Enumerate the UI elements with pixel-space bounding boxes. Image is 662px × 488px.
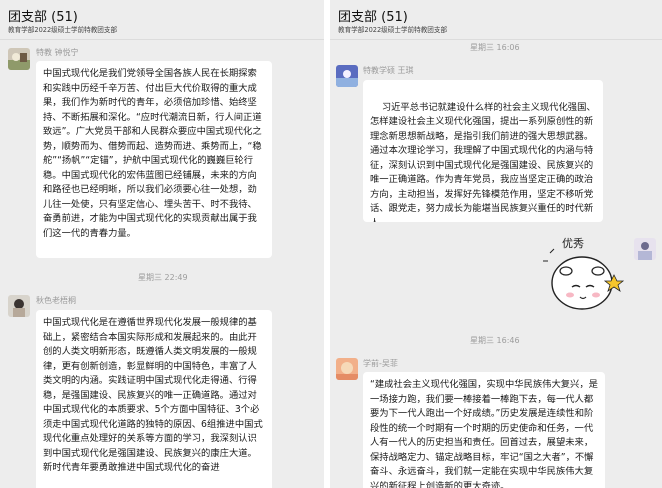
avatar[interactable] (634, 238, 656, 260)
timestamp: 星期三 16:46 (470, 336, 520, 345)
chat-subtitle: 教育学部2022级硕士学前特教团支部 (338, 26, 448, 34)
chat-header: 团支部 (51) 教育学部2022级硕士学前特教团支部 (330, 0, 662, 40)
message-bubble[interactable]: 中国式现代化是我们党领导全国各族人民在长期探索和实践中历经千辛万苦、付出巨大代价… (36, 61, 272, 258)
timestamp: 星期三 16:06 (470, 43, 520, 52)
sticker-image[interactable]: 优秀 (540, 235, 626, 315)
message-bubble[interactable]: 中国式现代化是在遵循世界现代化发展一般规律的基础上，紧密结合本国实际形成和发展起… (36, 310, 272, 488)
chat-title[interactable]: 团支部 (51) (338, 6, 408, 25)
message-sender: 特教 钟悦宁 (36, 48, 79, 57)
message-sender: 学前-吴菲 (363, 359, 398, 368)
message-sender: 秋色老梧桐 (36, 296, 76, 305)
message-bubble[interactable]: 习近平总书记就建设什么样的社会主义现代化强国、怎样建设社会主义现代化强国，提出一… (363, 80, 603, 222)
message-text: “建成社会主义现代化强国，实现中华民族伟大复兴，是一场接力跑，我们要一棒接着一棒… (370, 379, 598, 488)
chat-window-right: 团支部 (51) 教育学部2022级硕士学前特教团支部 星期三 16:06 特教… (330, 0, 662, 488)
message-text: 中国式现代化是我们党领导全国各族人民在长期探索和实践中历经千辛万苦、付出巨大代价… (43, 68, 262, 239)
avatar[interactable] (336, 358, 358, 380)
message-sender: 特教学硕 王琪 (363, 66, 414, 75)
chat-title[interactable]: 团支部 (51) (8, 6, 78, 25)
message-text: 习近平总书记就建设什么样的社会主义现代化强国、怎样建设社会主义现代化强国，提出一… (370, 101, 596, 223)
message-text: 中国式现代化是在遵循世界现代化发展一般规律的基础上，紧密结合本国实际形成和发展起… (43, 317, 263, 473)
chat-window-left: 团支部 (51) 教育学部2022级硕士学前特教团支部 特教 钟悦宁 中国式现代… (0, 0, 324, 488)
avatar[interactable] (8, 295, 30, 317)
sticker-caption: 优秀 (562, 237, 584, 250)
timestamp: 星期三 22:49 (138, 273, 188, 282)
message-bubble[interactable]: “建成社会主义现代化强国，实现中华民族伟大复兴，是一场接力跑，我们要一棒接着一棒… (363, 372, 605, 488)
avatar[interactable] (8, 48, 30, 70)
chat-subtitle: 教育学部2022级硕士学前特教团支部 (8, 26, 118, 34)
chat-header: 团支部 (51) 教育学部2022级硕士学前特教团支部 (0, 0, 324, 40)
avatar[interactable] (336, 65, 358, 87)
